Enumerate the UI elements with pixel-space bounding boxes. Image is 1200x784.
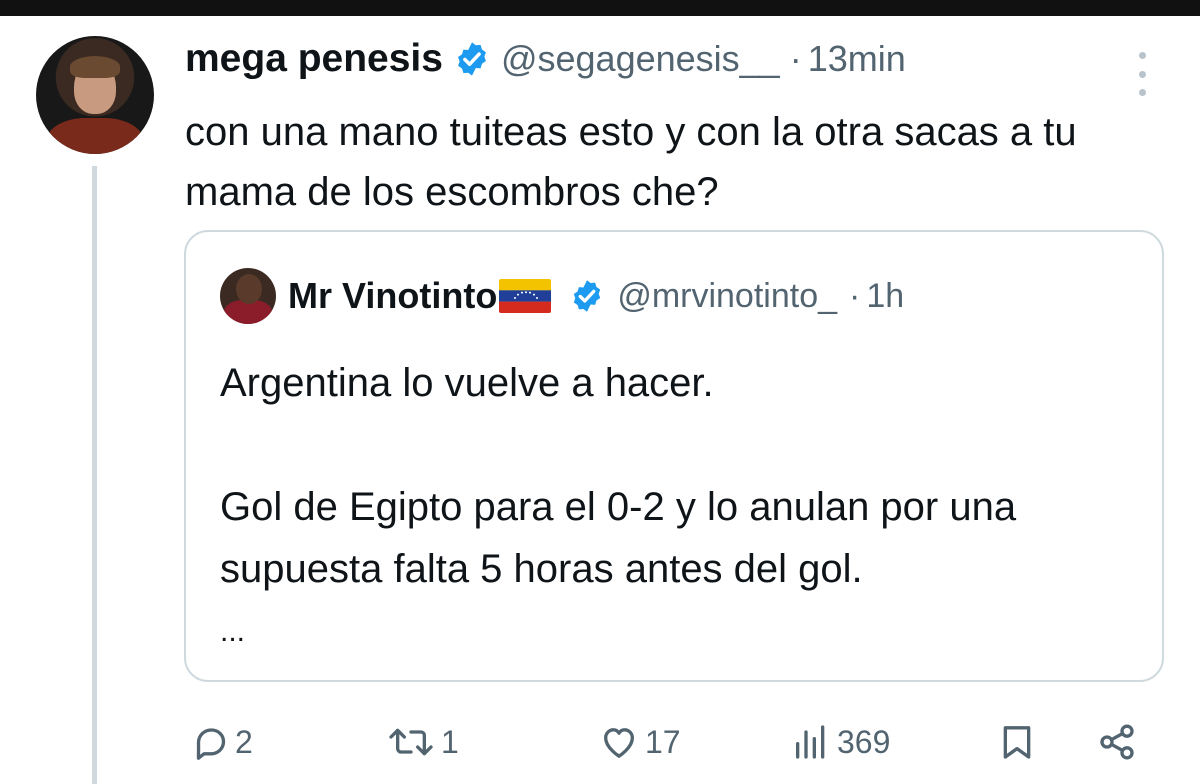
separator-dot: · <box>789 38 802 79</box>
separator-dot: · <box>849 276 861 315</box>
share-button[interactable] <box>1095 722 1139 762</box>
verified-badge-icon <box>458 42 486 76</box>
analytics-icon <box>796 725 825 759</box>
reply-count: 2 <box>235 723 253 760</box>
tweet-header: mega penesis @segagenesis__ · 13min <box>185 37 906 81</box>
tweet-text: con una mano tuiteas esto y con la otra … <box>185 110 1077 214</box>
thread-line <box>92 166 97 784</box>
timestamp[interactable]: 13min <box>808 38 906 80</box>
quote-timestamp[interactable]: 1h <box>866 277 904 316</box>
quote-tweet-card[interactable]: Mr Vinotinto @mrvinotinto_ · 1h Argentin… <box>184 230 1164 682</box>
quote-handle[interactable]: @mrvinotinto_ <box>617 277 837 316</box>
quote-line-1: Argentina lo vuelve a hacer. <box>220 361 714 405</box>
display-name[interactable]: mega penesis <box>185 37 443 81</box>
views-button[interactable]: 369 <box>789 722 890 762</box>
quote-line-2: Gol de Egipto para el 0-2 y lo anulan po… <box>220 485 1017 591</box>
tweet[interactable]: mega penesis @segagenesis__ · 13min con … <box>0 16 1200 784</box>
bookmark-button[interactable] <box>997 722 1037 762</box>
user-avatar[interactable] <box>36 36 154 154</box>
verified-badge-icon <box>574 280 601 312</box>
bookmark-icon <box>1003 726 1031 759</box>
handle[interactable]: @segagenesis__ <box>501 38 780 80</box>
heart-icon <box>604 728 634 758</box>
top-bar <box>0 0 1200 16</box>
reply-button[interactable]: 2 <box>191 722 253 762</box>
reply-icon <box>196 728 226 760</box>
quote-display-name[interactable]: Mr Vinotinto <box>288 275 497 317</box>
action-bar: 2 1 17 369 <box>185 712 1145 772</box>
quote-text: Argentina lo vuelve a hacer. Gol de Egip… <box>220 352 1140 664</box>
retweet-icon <box>389 728 433 756</box>
quote-header: Mr Vinotinto @mrvinotinto_ · 1h <box>220 266 904 326</box>
more-options-icon[interactable] <box>1130 52 1154 96</box>
like-button[interactable]: 17 <box>597 722 681 762</box>
quote-ellipsis: ... <box>220 615 246 648</box>
share-icon <box>1100 724 1134 760</box>
retweet-button[interactable]: 1 <box>385 722 459 762</box>
venezuela-flag-icon <box>499 279 552 313</box>
quote-avatar[interactable] <box>220 268 276 324</box>
retweet-count: 1 <box>441 723 459 760</box>
like-count: 17 <box>645 723 681 760</box>
views-count: 369 <box>837 723 891 760</box>
